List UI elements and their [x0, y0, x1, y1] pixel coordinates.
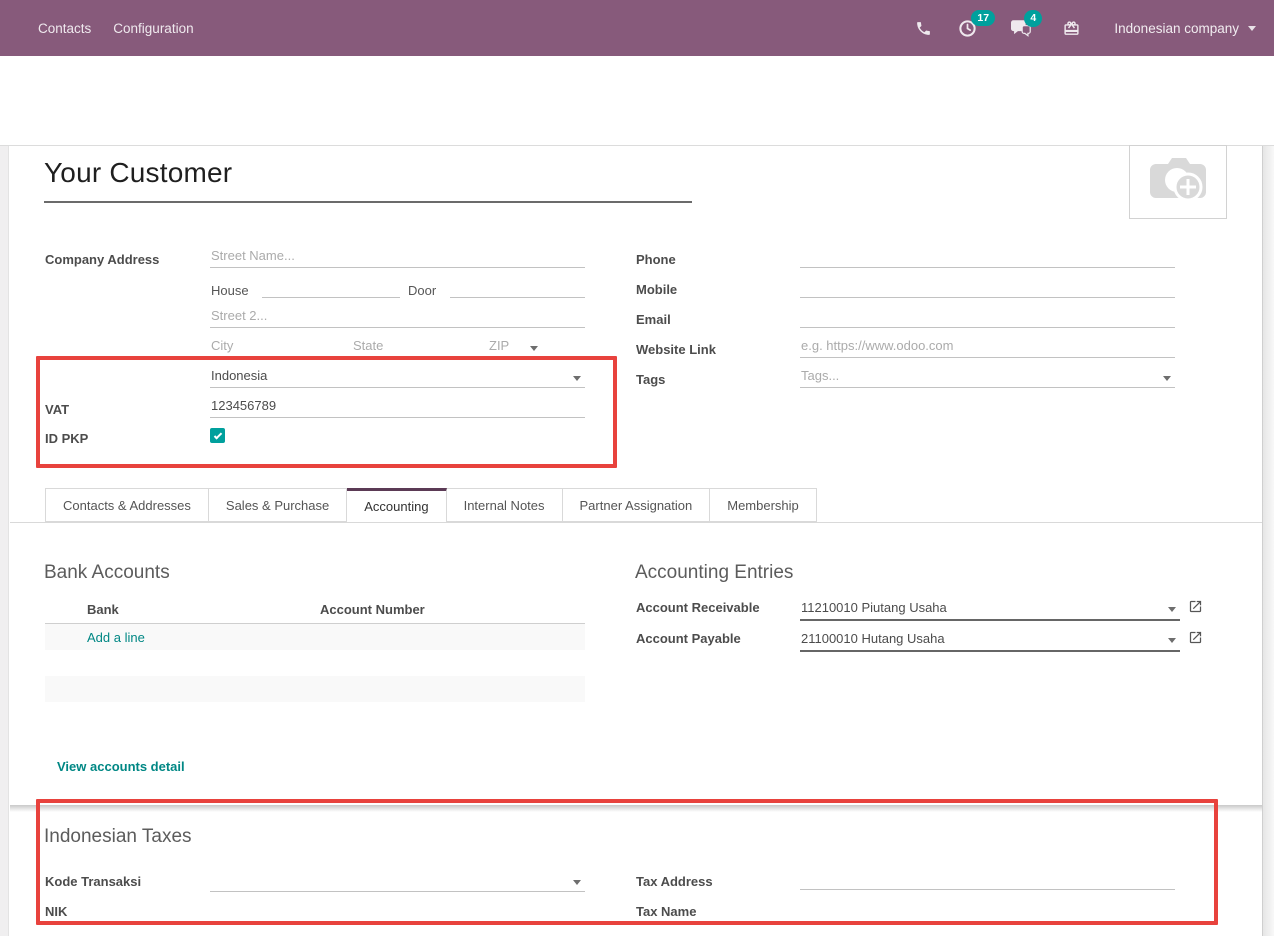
- activities-button[interactable]: 17: [958, 19, 977, 38]
- company-switcher[interactable]: Indonesian company: [1114, 21, 1256, 36]
- tab-sales-purchase[interactable]: Sales & Purchase: [209, 488, 347, 522]
- voip-phone-button[interactable]: [915, 20, 932, 37]
- bank-table-header: Bank Account Number: [45, 595, 585, 624]
- column-bank: Bank: [45, 602, 320, 617]
- street-input[interactable]: [210, 246, 585, 268]
- account-receivable-select[interactable]: [800, 595, 1180, 621]
- section-separator: [10, 805, 1262, 812]
- house-input[interactable]: [262, 276, 400, 298]
- message-count-badge: 4: [1024, 10, 1042, 27]
- kode-transaksi-input[interactable]: [210, 869, 573, 889]
- nik-label: NIK: [45, 904, 67, 920]
- tax-address-label: Tax Address: [636, 874, 713, 890]
- table-row: [45, 650, 585, 676]
- table-row: Add a line: [45, 624, 585, 650]
- kode-transaksi-label: Kode Transaksi: [45, 874, 141, 890]
- checkmark-icon: [213, 431, 221, 439]
- chevron-down-icon: [1168, 638, 1176, 643]
- company-address-label: Company Address: [45, 252, 159, 268]
- activity-count-badge: 17: [971, 10, 995, 27]
- title-underline: [44, 201, 692, 203]
- chevron-down-icon: [1163, 376, 1171, 381]
- mobile-input[interactable]: [800, 276, 1175, 298]
- tab-partner-assignation[interactable]: Partner Assignation: [563, 488, 711, 522]
- column-account-number: Account Number: [320, 602, 585, 617]
- top-navbar: Contacts Configuration 17: [0, 0, 1274, 56]
- door-label: Door: [408, 283, 436, 298]
- city-input[interactable]: [210, 336, 338, 358]
- tab-contacts-addresses[interactable]: Contacts & Addresses: [45, 488, 209, 522]
- app-window: Contacts Configuration 17: [0, 0, 1274, 936]
- bank-accounts-table: Bank Account Number Add a line: [45, 595, 585, 702]
- street2-input[interactable]: [210, 306, 585, 328]
- tax-address-input[interactable]: [800, 868, 1175, 890]
- tab-accounting[interactable]: Accounting: [347, 488, 446, 523]
- state-select[interactable]: [352, 334, 480, 358]
- bank-accounts-heading: Bank Accounts: [44, 562, 170, 584]
- zip-input[interactable]: [488, 336, 585, 358]
- tags-select[interactable]: [800, 364, 1175, 388]
- account-payable-input[interactable]: [800, 629, 1168, 647]
- tags-label: Tags: [636, 372, 665, 388]
- sheet-top-divider: [0, 145, 1274, 146]
- chevron-down-icon: [573, 880, 581, 885]
- account-payable-label: Account Payable: [636, 631, 741, 647]
- email-label: Email: [636, 312, 671, 328]
- house-label: House: [211, 283, 249, 298]
- promotions-button[interactable]: [1063, 20, 1080, 37]
- kode-transaksi-select[interactable]: [210, 868, 585, 892]
- vat-label: VAT: [45, 402, 69, 418]
- phone-icon: [915, 20, 932, 37]
- website-link-label: Website Link: [636, 342, 716, 358]
- account-receivable-label: Account Receivable: [636, 600, 760, 616]
- id-pkp-checkbox[interactable]: [210, 428, 225, 443]
- chevron-down-icon: [573, 376, 581, 381]
- door-input[interactable]: [450, 276, 585, 298]
- tab-internal-notes[interactable]: Internal Notes: [447, 488, 563, 522]
- accounting-entries-heading: Accounting Entries: [635, 562, 793, 584]
- annotation-box-indonesian-taxes: [36, 799, 1218, 925]
- gift-icon: [1063, 20, 1080, 37]
- email-input[interactable]: [800, 306, 1175, 328]
- company-name: Indonesian company: [1114, 21, 1239, 36]
- page-scrollbar-track[interactable]: [1262, 146, 1274, 936]
- contact-image-uploader[interactable]: [1129, 145, 1227, 219]
- account-payable-select[interactable]: [800, 626, 1180, 652]
- menu-configuration[interactable]: Configuration: [102, 0, 204, 56]
- external-link-icon[interactable]: [1188, 599, 1203, 619]
- view-accounts-detail-link[interactable]: View accounts detail: [57, 759, 185, 774]
- menu-contacts[interactable]: Contacts: [27, 0, 102, 56]
- messages-button[interactable]: 4: [1011, 19, 1031, 37]
- account-receivable-input[interactable]: [800, 598, 1168, 616]
- add-a-line-link[interactable]: Add a line: [45, 630, 145, 645]
- tags-input[interactable]: [800, 365, 1163, 385]
- mobile-label: Mobile: [636, 282, 677, 298]
- chevron-down-icon: [1248, 26, 1256, 31]
- country-input[interactable]: [210, 365, 573, 385]
- website-input[interactable]: [800, 336, 1175, 358]
- page-title[interactable]: Your Customer: [44, 157, 232, 189]
- tax-name-label: Tax Name: [636, 904, 696, 920]
- main-menus: Contacts Configuration: [0, 0, 205, 56]
- chevron-down-icon: [1168, 607, 1176, 612]
- external-link-icon[interactable]: [1188, 630, 1203, 650]
- systray: 17 4 Indonesian company: [915, 19, 1274, 38]
- camera-plus-icon: [1146, 155, 1210, 210]
- vat-input[interactable]: [210, 396, 585, 418]
- table-row: [45, 676, 585, 702]
- indonesian-taxes-heading: Indonesian Taxes: [44, 826, 192, 848]
- country-select[interactable]: [210, 364, 585, 388]
- phone-label: Phone: [636, 252, 676, 268]
- phone-input[interactable]: [800, 246, 1175, 268]
- sheet-left-gutter: [0, 146, 9, 936]
- id-pkp-label: ID PKP: [45, 431, 88, 447]
- notebook-tabs: Contacts & Addresses Sales & Purchase Ac…: [45, 488, 817, 523]
- tab-membership[interactable]: Membership: [710, 488, 817, 522]
